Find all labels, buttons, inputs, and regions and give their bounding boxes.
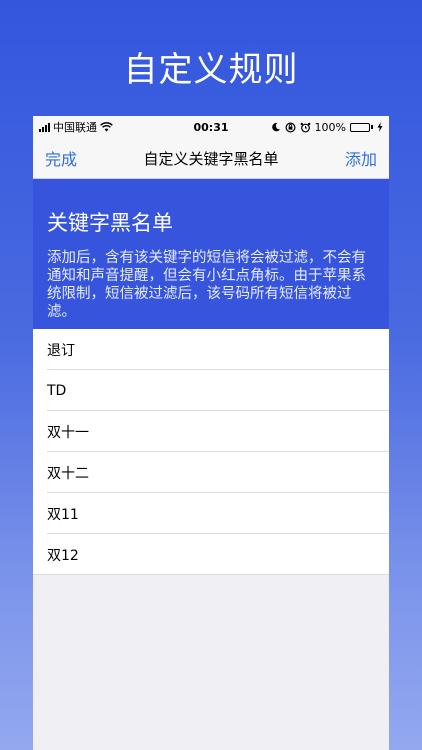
nav-title: 自定义关键字黑名单 (143, 149, 279, 168)
blacklist-header: 关键字黑名单 添加后，含有该关键字的短信将会被过滤，不会有通知和声音提醒，但会有… (33, 179, 389, 329)
keyword-label: 双12 (47, 547, 79, 564)
keyword-label: 双十一 (47, 424, 89, 441)
section-heading: 关键字黑名单 (47, 211, 173, 235)
phone-screen: 中国联通 00:31 100% 完成 自定义关键字黑名单 添加 关键字黑名单 添… (33, 116, 389, 750)
keyword-row[interactable]: 双十二 (33, 452, 389, 493)
alarm-icon (300, 122, 310, 132)
keyword-label: 退订 (47, 342, 75, 359)
wifi-icon (100, 122, 113, 132)
done-button[interactable]: 完成 (45, 146, 77, 170)
moon-icon (271, 122, 280, 132)
rotation-lock-icon (285, 121, 296, 133)
keyword-label: 双十二 (47, 465, 89, 482)
section-description: 添加后，含有该关键字的短信将会被过滤，不会有通知和声音提醒，但会有小红点角标。由… (47, 250, 366, 320)
keyword-label: 双11 (47, 506, 79, 523)
keyword-row[interactable]: 双十一 (33, 411, 389, 452)
status-bar: 中国联通 00:31 100% (33, 116, 389, 138)
keyword-row[interactable]: 双12 (33, 534, 389, 575)
keyword-list: 退订 TD 双十一 双十二 双11 双12 (33, 329, 389, 575)
promo-title: 自定义规则 (123, 50, 299, 90)
status-right: 100% (271, 121, 383, 134)
keyword-label: TD (47, 382, 67, 399)
keyword-row[interactable]: 退订 (33, 329, 389, 370)
battery-icon (350, 122, 373, 132)
charging-icon (377, 122, 383, 132)
add-button[interactable]: 添加 (345, 146, 377, 170)
signal-icon (39, 122, 50, 132)
keyword-row[interactable]: TD (33, 370, 389, 411)
carrier-label: 中国联通 (53, 121, 97, 134)
navigation-bar: 完成 自定义关键字黑名单 添加 (33, 138, 389, 179)
status-left: 中国联通 (39, 119, 113, 135)
keyword-row[interactable]: 双11 (33, 493, 389, 534)
battery-percent: 100% (314, 120, 346, 134)
